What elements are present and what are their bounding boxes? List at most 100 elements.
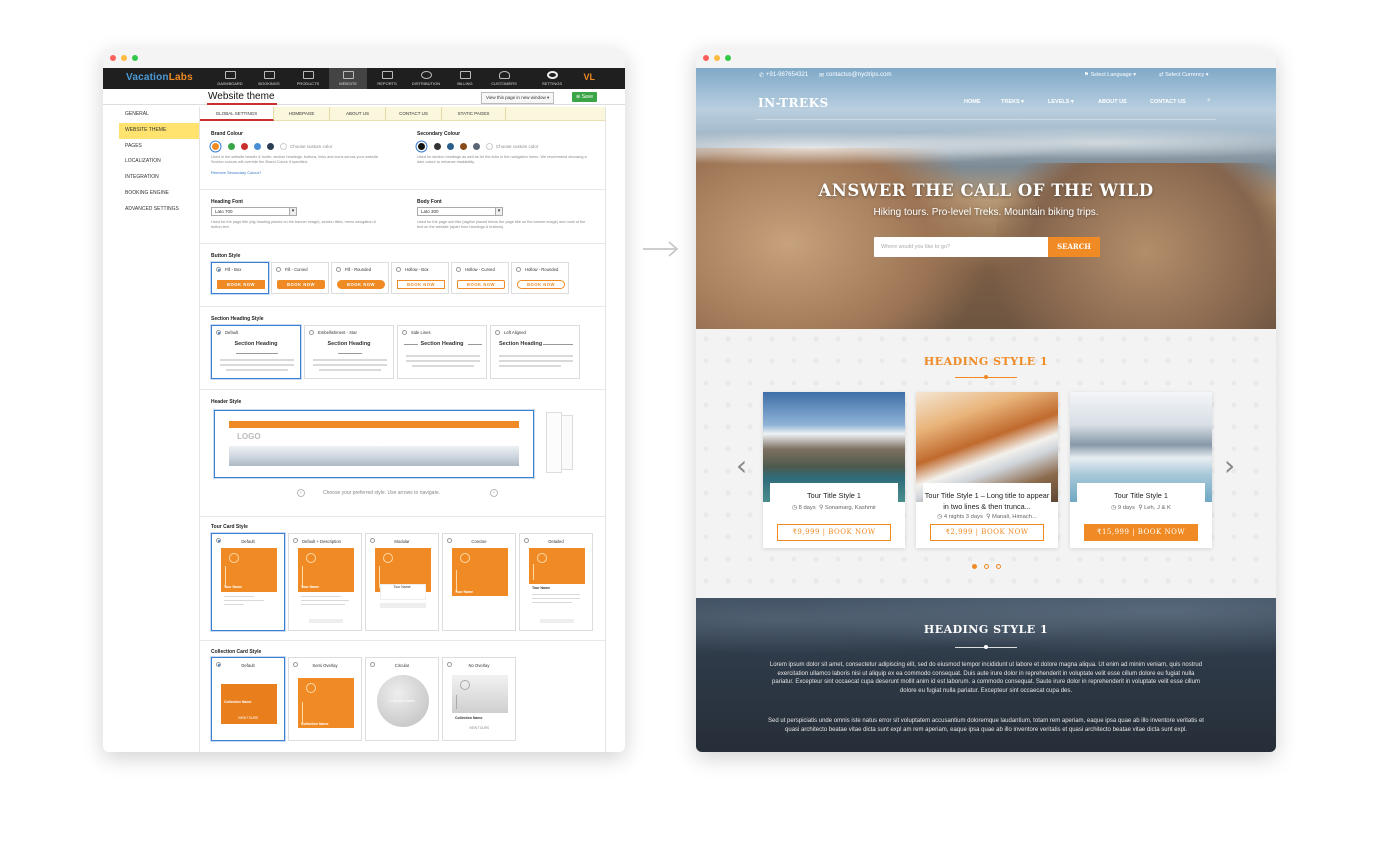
close-dot[interactable] [110,55,116,61]
tour-card-detailed[interactable]: Detailed Tour Name [519,533,593,631]
language-select[interactable]: ⚑ Select Language ▾ [1084,72,1136,78]
swatch-black[interactable] [418,143,425,150]
minimize-dot[interactable] [121,55,127,61]
swatch-green[interactable] [228,143,235,150]
tour-name[interactable]: Tour Title Style 1 [770,490,898,501]
custom-colour-icon[interactable] [280,143,287,150]
collection-card-semi-overlay[interactable]: Semi Overlay Collection Name [288,657,362,741]
nav-contact-us[interactable]: CONTACT US [1150,99,1186,105]
radio-icon[interactable] [516,267,521,272]
radio-icon[interactable] [293,538,298,543]
email-link[interactable]: contactus@nyctrips.com [826,72,891,78]
nav-reports[interactable]: REPORTS [368,68,406,89]
phone-number[interactable]: +91-987654321 [766,72,808,78]
header-preview[interactable]: LOGO [214,410,534,478]
tour-card[interactable]: Tour Title Style 1 – Long title to appea… [916,392,1058,548]
sidebar-item-advanced-settings[interactable]: ADVANCED SETTINGS [119,202,199,218]
tour-card-concise[interactable]: Concise Tour Name [442,533,516,631]
sidebar-item-website-theme[interactable]: WEBSITE THEME [119,122,199,139]
tour-card-default-description[interactable]: Default + Description Tour Name [288,533,362,631]
radio-icon[interactable] [309,330,314,335]
maximize-dot[interactable] [132,55,138,61]
nav-bookings[interactable]: BOOKINGS [250,68,288,89]
body-font-select[interactable]: Lato 300 [417,207,503,216]
custom-colour-link[interactable]: Choose custom color [496,144,538,149]
nav-about-us[interactable]: ABOUT US [1098,99,1127,105]
swatch-slate[interactable] [473,143,480,150]
swatch-steel-blue[interactable] [447,143,454,150]
sidebar-item-integration[interactable]: INTEGRATION [119,170,199,186]
collection-card-default[interactable]: Default Collection Name VIEW TOURS [211,657,285,741]
minimize-dot[interactable] [714,55,720,61]
nav-dashboard[interactable]: DASHBOARD [211,68,249,89]
carousel-dot[interactable] [996,564,1001,569]
button-style-hollow-rounded[interactable]: Hollow - Rounded BOOK NOW [511,262,569,294]
close-dot[interactable] [703,55,709,61]
nav-levels[interactable]: LEVELS ▾ [1048,99,1074,105]
sidebar-item-booking-engine[interactable]: BOOKING ENGINE [119,186,199,202]
nav-products[interactable]: PRODUCTS [289,68,327,89]
swatch-orange[interactable] [212,143,219,150]
tab-about-us[interactable]: ABOUT US [330,107,386,121]
vacationlabs-logo[interactable]: VacationLabs [126,72,193,83]
radio-icon[interactable] [216,267,221,272]
user-avatar[interactable]: VL [583,72,595,82]
nav-website[interactable]: WEBSITE [329,68,367,89]
book-now-button[interactable]: ₹2,999 | BOOK NOW [930,524,1044,541]
tab-contact-us[interactable]: CONTACT US [386,107,442,121]
remove-secondary-link[interactable]: Remove Secondary Colour? [211,170,261,175]
tour-card[interactable]: Tour Title Style 1 ◷ 9 days ⚲ Leh, J & K… [1070,392,1212,548]
nav-home[interactable]: HOME [964,99,981,105]
search-icon[interactable]: ⌕ [1207,97,1211,105]
chevron-right-icon[interactable]: › [490,489,498,497]
radio-icon[interactable] [336,267,341,272]
radio-icon[interactable] [216,330,221,335]
tab-static-pages[interactable]: STATIC PAGES [442,107,506,121]
heading-style-side-lines[interactable]: Side Lines Section Heading [397,325,487,379]
radio-icon[interactable] [396,267,401,272]
maximize-dot[interactable] [725,55,731,61]
tour-name[interactable]: Tour Title Style 1 – Long title to appea… [923,490,1051,512]
nav-settings[interactable]: SETTINGS [533,68,571,89]
button-style-fill-box[interactable]: Fill - Box BOOK NOW [211,262,269,294]
radio-icon[interactable] [495,330,500,335]
sidebar-item-pages[interactable]: PAGES [119,139,199,155]
swatch-blue[interactable] [254,143,261,150]
custom-colour-link[interactable]: Choose custom color [290,144,332,149]
carousel-dot[interactable] [984,564,989,569]
book-now-button[interactable]: ₹15,999 | BOOK NOW [1084,524,1198,541]
sidebar-item-general[interactable]: GENERAL [119,107,199,123]
view-new-window-button[interactable]: View this page in new window ▾ [481,92,555,104]
currency-select[interactable]: ⇄ Select Currency ▾ [1159,72,1209,78]
chevron-left-icon[interactable]: ‹ [297,489,305,497]
book-now-button[interactable]: ₹9,999 | BOOK NOW [777,524,891,541]
swatch-brown[interactable] [460,143,467,150]
carousel-prev-icon[interactable]: ‹ [736,449,747,482]
search-input[interactable]: Where would you like to go? [874,237,1048,257]
tour-name[interactable]: Tour Title Style 1 [1077,490,1205,501]
collection-card-circular[interactable]: Circular Collection Name [365,657,439,741]
custom-colour-icon[interactable] [486,143,493,150]
button-style-fill-rounded[interactable]: Fill - Rounded BOOK NOW [331,262,389,294]
radio-icon[interactable] [276,267,281,272]
nav-treks[interactable]: TREKS ▾ [1001,99,1024,105]
heading-style-default[interactable]: Default Section Heading [211,325,301,379]
button-style-hollow-curved[interactable]: Hollow - Curved BOOK NOW [451,262,509,294]
tour-card-default[interactable]: Default Tour Name [211,533,285,631]
collection-card-no-overlay[interactable]: No Overlay Collection Name VIEW TOURS [442,657,516,741]
site-logo[interactable]: IN-TREKS [758,96,829,110]
swatch-navy[interactable] [267,143,274,150]
radio-icon[interactable] [402,330,407,335]
carousel-next-icon[interactable]: › [1224,449,1235,482]
radio-icon[interactable] [456,267,461,272]
swatch-red[interactable] [241,143,248,150]
sidebar-item-localization[interactable]: LOCALIZATION [119,154,199,170]
tour-card-modular[interactable]: Modular Tour Name [365,533,439,631]
carousel-dot-active[interactable] [972,564,977,569]
search-button[interactable]: SEARCH [1048,237,1100,257]
button-style-hollow-box[interactable]: Hollow - Box BOOK NOW [391,262,449,294]
heading-style-embellishment[interactable]: Embellishment - Star Section Heading [304,325,394,379]
nav-distribution[interactable]: DISTRIBUTION [407,68,445,89]
nav-billing[interactable]: BILLING [446,68,484,89]
tab-homepage[interactable]: HOMEPAGE [274,107,330,121]
